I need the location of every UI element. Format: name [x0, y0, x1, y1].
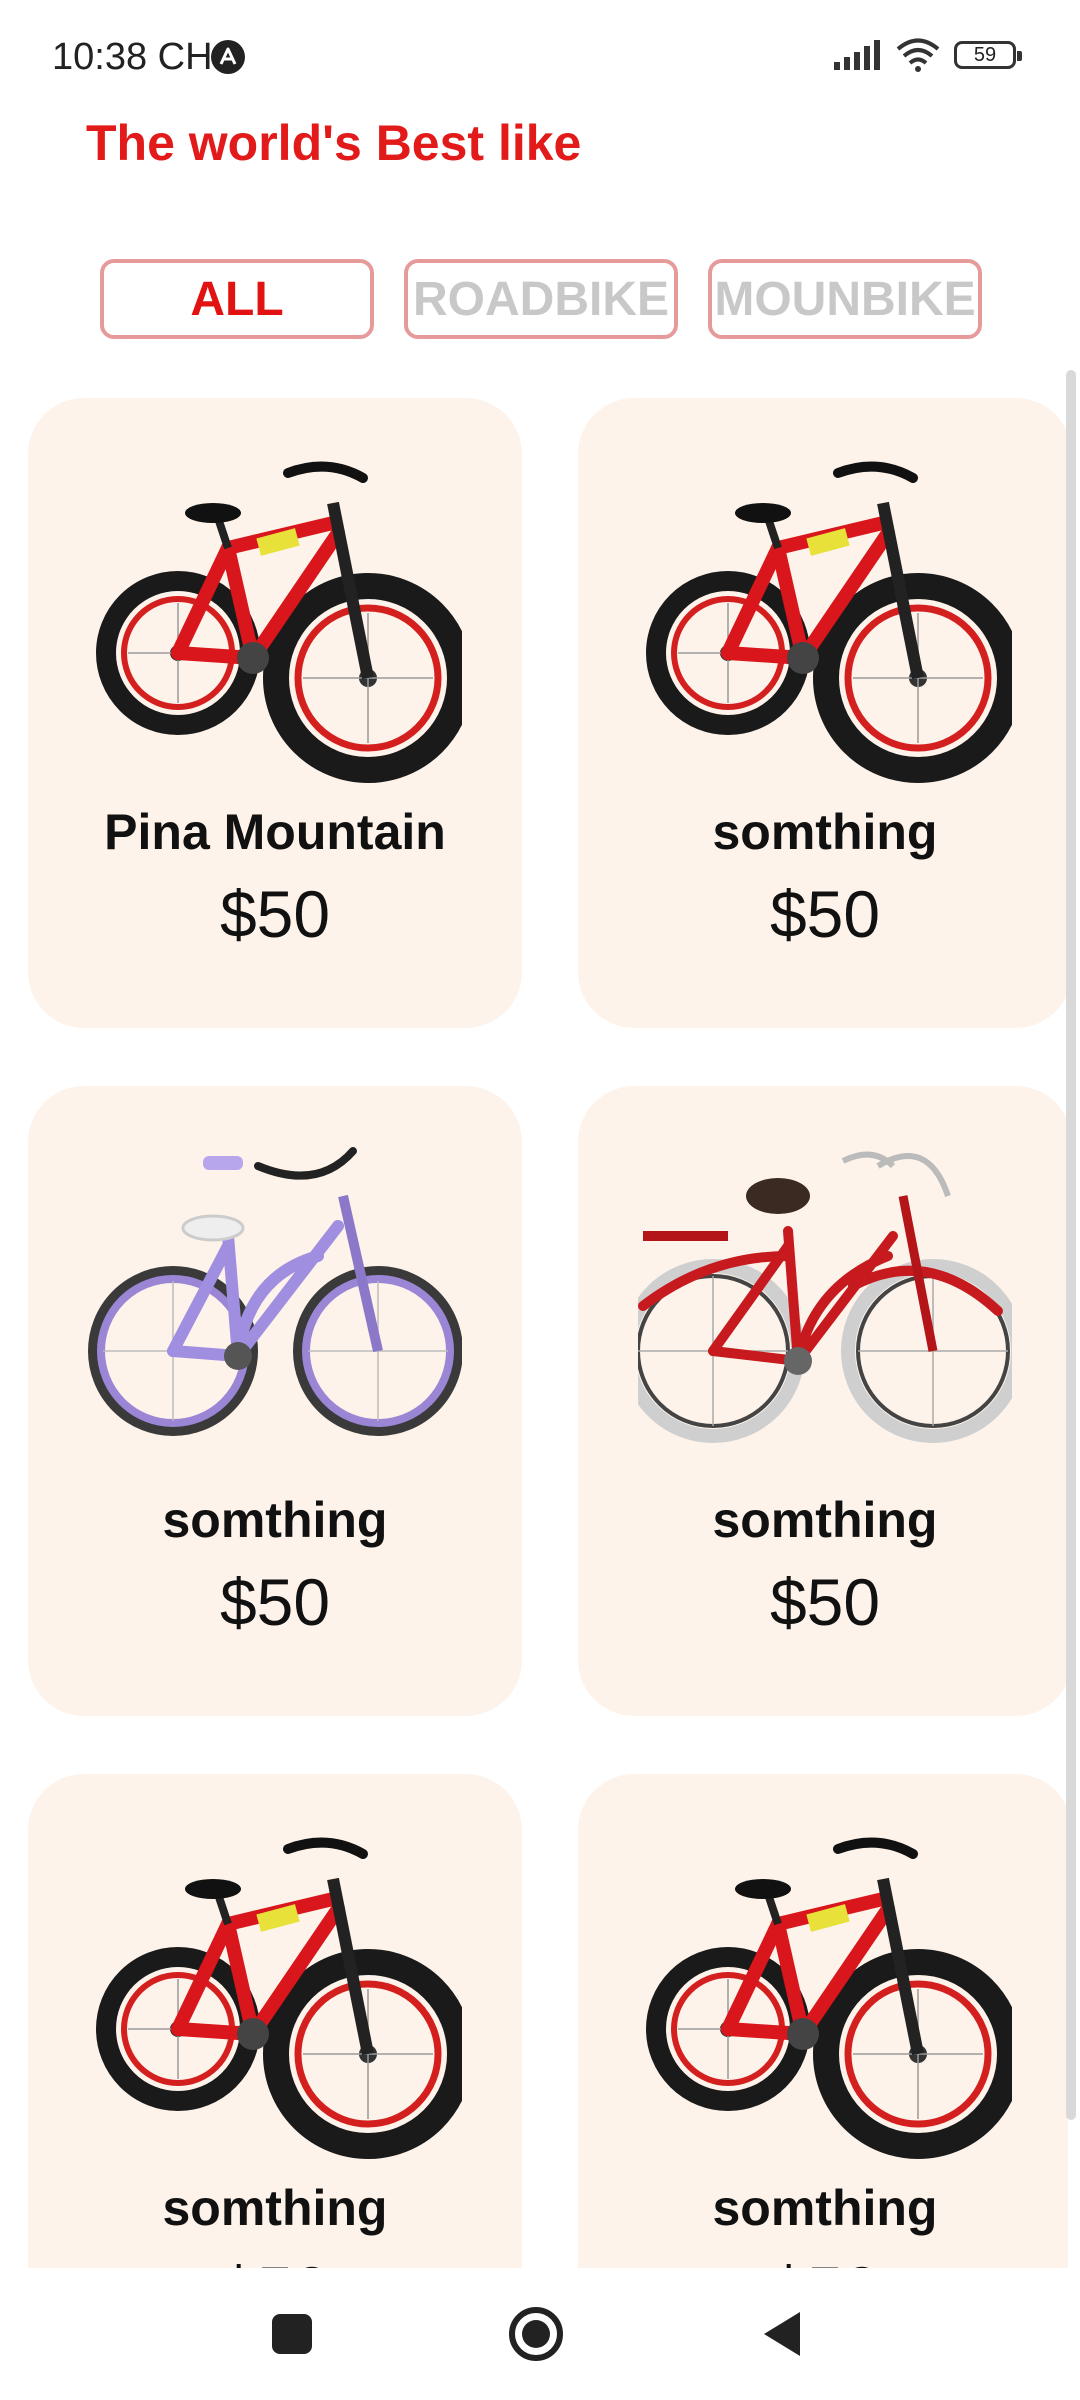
wifi-icon: [896, 38, 940, 72]
product-name: somthing: [162, 2180, 388, 2236]
tab-mounbike[interactable]: MOUNBIKE: [708, 259, 982, 339]
scrollbar[interactable]: [1066, 370, 1076, 2120]
app-notification-icon: [211, 40, 245, 74]
product-card[interactable]: Pina Mountain $50: [28, 398, 522, 1028]
status-bar: 10:38 CH 59: [0, 0, 1080, 116]
page-title: The world's Best like: [86, 115, 582, 171]
product-price: $50: [769, 1565, 881, 1639]
product-grid: Pina Mountain $50 somthing $50 somthing …: [28, 398, 1068, 2268]
product-name: somthing: [162, 1492, 388, 1548]
product-price: $50: [578, 2252, 1068, 2268]
back-button[interactable]: [752, 2304, 812, 2364]
signal-icon: [834, 40, 880, 70]
product-name: Pina Mountain: [104, 804, 446, 860]
home-button[interactable]: [506, 2304, 566, 2364]
product-name: somthing: [712, 2180, 938, 2236]
square-icon: [272, 2314, 312, 2354]
battery-level: 59: [973, 43, 997, 66]
product-name: somthing: [712, 804, 938, 860]
product-price: $50: [219, 877, 331, 951]
circle-icon: [509, 2307, 563, 2361]
product-price: $50: [219, 1565, 331, 1639]
red-cruiser-bike-icon: [638, 1136, 1012, 1486]
product-price: $50: [769, 877, 881, 951]
red-fat-tire-bike-icon: [88, 448, 462, 798]
triangle-back-icon: [764, 2312, 800, 2356]
red-fat-tire-bike-icon: [638, 448, 1012, 798]
recents-button[interactable]: [262, 2304, 322, 2364]
purple-cruiser-bike-icon: [88, 1136, 462, 1486]
screen: 10:38 CH 59 The world's Best like ALL RO…: [0, 0, 1080, 2400]
product-card[interactable]: somthing $50: [578, 1086, 1068, 1716]
product-card[interactable]: somthing $50: [28, 1774, 522, 2268]
category-tabs: ALL ROADBIKE MOUNBIKE: [100, 259, 982, 339]
status-time: 10:38 CH: [52, 36, 213, 78]
product-card[interactable]: somthing $50: [28, 1086, 522, 1716]
battery-icon: 59: [954, 41, 1022, 69]
status-icons: 59: [832, 38, 1022, 72]
tab-roadbike[interactable]: ROADBIKE: [404, 259, 678, 339]
red-fat-tire-bike-icon: [88, 1824, 462, 2174]
tab-all[interactable]: ALL: [100, 259, 374, 339]
product-card[interactable]: somthing $50: [578, 398, 1068, 1028]
product-name: somthing: [712, 1492, 938, 1548]
red-fat-tire-bike-icon: [638, 1824, 1012, 2174]
product-price: $50: [28, 2252, 522, 2268]
product-card[interactable]: somthing $50: [578, 1774, 1068, 2268]
system-nav-bar: [0, 2268, 1080, 2400]
